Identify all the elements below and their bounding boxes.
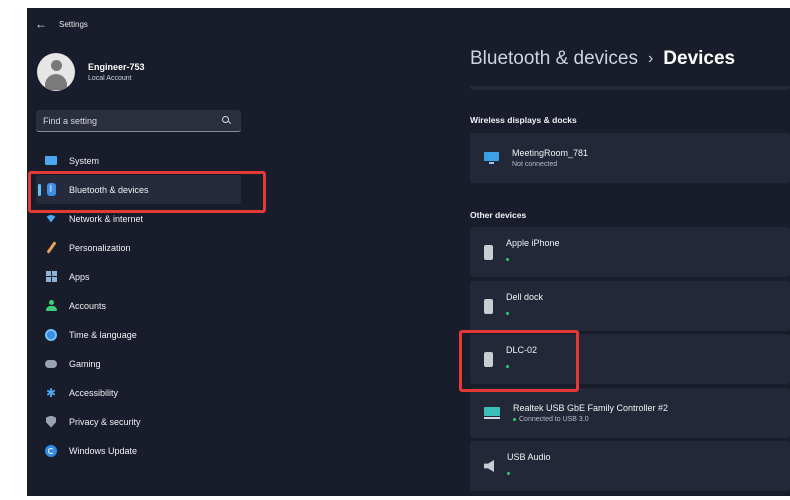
- app-title: Settings: [59, 19, 88, 29]
- personalization-icon: [45, 241, 57, 254]
- privacy-icon: [45, 415, 57, 428]
- highlight-box-bluetooth: [28, 171, 266, 213]
- sidebar-item-label: Accounts: [69, 300, 107, 311]
- breadcrumb-parent[interactable]: Bluetooth & devices: [470, 48, 638, 70]
- breadcrumb: Bluetooth & devices › Devices: [470, 48, 735, 70]
- sidebar-item-gaming[interactable]: Gaming: [27, 349, 253, 378]
- device-name: Apple iPhone: [506, 238, 560, 248]
- network-adapter-icon: [484, 407, 500, 419]
- apps-icon: [45, 271, 57, 283]
- avatar: [37, 53, 75, 91]
- search-placeholder: Find a setting: [43, 115, 98, 126]
- speaker-icon: [484, 460, 494, 472]
- system-icon: [45, 155, 57, 167]
- avatar-body: [45, 74, 67, 90]
- dock-icon: [484, 298, 493, 314]
- accounts-icon: [45, 299, 57, 312]
- user-profile[interactable]: Engineer-753 Local Account: [37, 53, 145, 91]
- search-icon[interactable]: [222, 116, 231, 125]
- time-language-icon: [45, 328, 57, 341]
- device-status: Connected to USB 3.0: [519, 416, 589, 423]
- connected-status-dot: [506, 258, 509, 261]
- chevron-right-icon: ›: [647, 50, 654, 67]
- sidebar: ← Settings Engineer-753 Local Account Fi…: [27, 8, 253, 496]
- sidebar-item-accounts[interactable]: Accounts: [27, 291, 253, 320]
- device-name: USB Audio: [507, 452, 551, 462]
- main-content: Bluetooth & devices › Devices Wireless d…: [253, 8, 790, 496]
- connected-status-dot: [513, 418, 516, 421]
- connected-status-dot: [506, 312, 509, 315]
- profile-account-type: Local Account: [88, 75, 132, 82]
- sidebar-item-label: Network & internet: [69, 213, 144, 224]
- phone-icon: [484, 244, 493, 260]
- sidebar-item-accessibility[interactable]: ✱ Accessibility: [27, 378, 253, 407]
- profile-name: Engineer-753: [88, 62, 145, 72]
- sidebar-item-label: Personalization: [69, 242, 131, 253]
- gaming-icon: [45, 358, 57, 370]
- highlight-box-dlc-02: [459, 330, 579, 392]
- device-card-dell-dock[interactable]: Dell dock: [470, 281, 790, 331]
- avatar-head: [51, 60, 62, 71]
- device-card-apple-iphone[interactable]: Apple iPhone: [470, 227, 790, 277]
- device-card-realtek[interactable]: Realtek USB GbE Family Controller #2 Con…: [470, 388, 790, 438]
- page-title: Devices: [663, 48, 736, 69]
- section-title-wireless: Wireless displays & docks: [470, 115, 577, 125]
- network-icon: [45, 213, 57, 225]
- settings-window: ← Settings Engineer-753 Local Account Fi…: [27, 8, 790, 496]
- device-card-meetingroom[interactable]: MeetingRoom_781 Not connected: [470, 133, 790, 183]
- windows-update-icon: [45, 444, 57, 457]
- sidebar-item-windows-update[interactable]: Windows Update: [27, 436, 253, 465]
- device-status-row: Connected to USB 3.0: [513, 416, 668, 423]
- sidebar-item-label: Gaming: [69, 358, 101, 369]
- section-title-other: Other devices: [470, 210, 527, 220]
- accessibility-icon: ✱: [45, 385, 57, 400]
- sidebar-item-personalization[interactable]: Personalization: [27, 233, 253, 262]
- device-card-usb-audio[interactable]: USB Audio: [470, 441, 790, 491]
- sidebar-item-privacy-security[interactable]: Privacy & security: [27, 407, 253, 436]
- device-name: Dell dock: [506, 292, 544, 302]
- sidebar-item-label: Windows Update: [69, 445, 138, 456]
- sidebar-item-label: Apps: [69, 271, 90, 282]
- search-input[interactable]: Find a setting: [36, 110, 241, 132]
- device-name: MeetingRoom_781: [512, 148, 589, 158]
- sidebar-item-label: Accessibility: [69, 387, 119, 398]
- monitor-icon: [484, 152, 499, 164]
- title-bar: ← Settings: [35, 18, 88, 30]
- scrolled-card-edge: [470, 86, 790, 90]
- sidebar-item-time-language[interactable]: Time & language: [27, 320, 253, 349]
- sidebar-item-apps[interactable]: Apps: [27, 262, 253, 291]
- sidebar-item-label: Time & language: [69, 329, 137, 340]
- sidebar-item-label: Privacy & security: [69, 416, 141, 427]
- back-arrow-icon[interactable]: ←: [35, 18, 47, 30]
- device-status: Not connected: [512, 161, 558, 168]
- sidebar-item-label: System: [69, 155, 100, 166]
- connected-status-dot: [507, 472, 510, 475]
- device-name: Realtek USB GbE Family Controller #2: [513, 403, 669, 413]
